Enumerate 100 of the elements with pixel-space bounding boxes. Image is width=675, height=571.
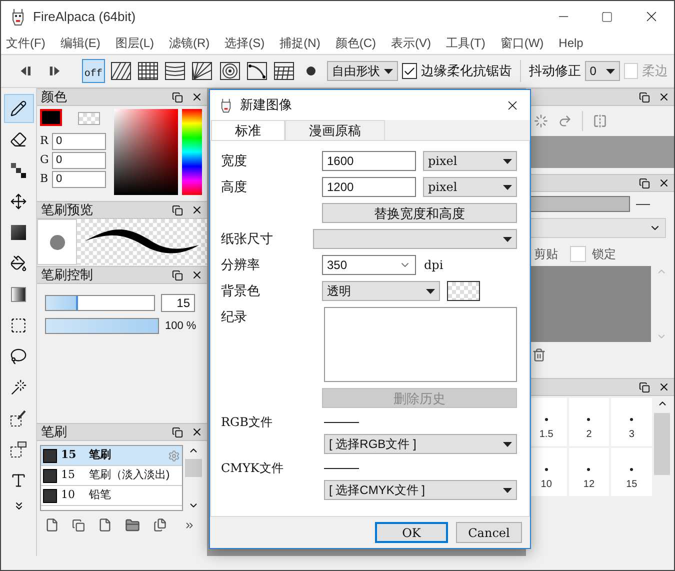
brush-item[interactable]: 15 笔刷（淡入淡出) <box>41 466 182 486</box>
stabilizer-select[interactable]: 0 <box>584 61 620 81</box>
redo-icon[interactable] <box>558 114 572 128</box>
spinner-icon[interactable] <box>534 114 548 128</box>
trash-icon[interactable] <box>532 348 546 362</box>
restore-icon[interactable] <box>639 382 650 392</box>
menu-item[interactable]: 窗口(W) <box>500 34 544 52</box>
menu-item[interactable]: 表示(V) <box>391 34 432 52</box>
pattern-button[interactable] <box>163 59 187 83</box>
restore-icon[interactable] <box>639 92 650 102</box>
scrollbar-thumb[interactable] <box>654 413 670 475</box>
menu-item[interactable]: 选择(S) <box>224 34 265 52</box>
close-icon[interactable] <box>191 269 203 281</box>
caret-icon <box>503 236 512 242</box>
folder-icon[interactable] <box>125 518 140 532</box>
dialog-tab[interactable]: 标准 <box>211 120 285 140</box>
background-select[interactable]: 透明 <box>322 281 440 301</box>
resolution-unit: dpi <box>424 257 444 274</box>
ok-button[interactable]: OK <box>375 522 448 543</box>
channel-field[interactable]: 0 <box>52 171 106 188</box>
dot-icon <box>306 66 316 76</box>
checkbox[interactable] <box>402 63 417 79</box>
background-color-swatch[interactable] <box>78 112 100 125</box>
brush-size-cell[interactable]: 3 <box>611 398 652 446</box>
pattern-button[interactable] <box>136 59 160 83</box>
close-icon[interactable] <box>191 91 203 103</box>
restore-icon[interactable] <box>172 204 183 216</box>
paint-bucket-icon <box>10 255 27 272</box>
select-eraser-icon <box>10 441 27 458</box>
cancel-button[interactable]: Cancel <box>456 522 522 543</box>
close-icon[interactable] <box>658 177 670 189</box>
brush-size-cell[interactable]: 2 <box>568 398 610 446</box>
copy-files-icon[interactable] <box>153 518 167 532</box>
text-field[interactable]: 1600 <box>322 151 416 171</box>
filled-square-icon <box>11 225 26 240</box>
background-color-swatch[interactable] <box>447 281 480 301</box>
brush-size-label: 2 <box>586 428 592 442</box>
scrollbar-thumb[interactable] <box>184 459 202 477</box>
dialog-title: 新建图像 <box>240 96 292 114</box>
unit-select[interactable]: pixel <box>423 151 517 171</box>
brush-size-cell[interactable]: 15 <box>611 448 652 496</box>
menu-item[interactable]: Help <box>558 34 584 52</box>
stabilizer-label: 抖动修正 <box>528 62 581 80</box>
eraser-icon <box>10 131 27 148</box>
text-field[interactable]: 1200 <box>322 177 416 197</box>
brush-item[interactable]: 15 笔刷 <box>41 446 182 466</box>
menu-item[interactable]: 图层(L) <box>115 34 154 52</box>
panel-title: 笔刷 <box>41 423 67 442</box>
channel-field[interactable]: 0 <box>52 133 106 150</box>
menu-item[interactable]: 滤镜(R) <box>169 34 210 52</box>
restore-icon[interactable] <box>172 270 183 280</box>
brush-size-label: 10 <box>540 478 552 492</box>
duplicate-icon[interactable] <box>72 518 85 532</box>
rgb-profile-select[interactable]: [ 选择RGB文件 ] <box>324 434 517 454</box>
close-icon[interactable] <box>191 426 203 438</box>
step-forward-icon[interactable] <box>49 65 62 77</box>
cmyk-profile-select[interactable]: [ 选择CMYK文件 ] <box>324 480 517 500</box>
shape-select[interactable]: 自由形状 <box>326 61 398 81</box>
select-pen-icon <box>10 410 27 427</box>
close-icon[interactable] <box>658 381 670 393</box>
close-icon[interactable] <box>658 91 670 103</box>
menu-item[interactable]: 颜色(C) <box>335 34 376 52</box>
lasso-icon <box>10 348 27 365</box>
saturation-square[interactable] <box>114 109 178 195</box>
foreground-color-swatch[interactable] <box>40 109 62 126</box>
resolution-combobox[interactable]: 350 <box>322 255 416 275</box>
restore-icon[interactable] <box>639 178 650 188</box>
pattern-button[interactable] <box>272 59 296 83</box>
pattern-button[interactable]: off <box>82 59 106 83</box>
perspective-grid-icon <box>274 62 294 80</box>
flip-icon[interactable] <box>593 114 607 128</box>
pattern-button[interactable] <box>190 59 214 83</box>
menu-item[interactable]: 捕捉(N) <box>280 34 320 52</box>
opacity-value: 100 % <box>165 319 196 334</box>
more-icon[interactable] <box>184 520 195 530</box>
unit-select[interactable]: pixel <box>423 177 517 197</box>
new-file-icon[interactable] <box>45 518 59 532</box>
tool-button[interactable] <box>4 94 34 123</box>
hue-bar[interactable] <box>182 109 202 195</box>
menu-item[interactable]: 文件(F) <box>6 34 46 52</box>
restore-icon[interactable] <box>172 426 183 438</box>
notes-field[interactable] <box>324 307 517 382</box>
pattern-button[interactable] <box>218 59 242 83</box>
size-slider[interactable] <box>45 295 155 311</box>
channel-field[interactable]: 0 <box>52 152 106 169</box>
maximize-icon[interactable] <box>601 10 613 22</box>
pattern-button[interactable] <box>109 59 132 83</box>
brush-size-cell[interactable]: 12 <box>568 448 610 496</box>
brush-item[interactable]: 10 铅笔 <box>41 486 182 506</box>
size-field[interactable]: 15 <box>161 294 195 312</box>
step-back-icon[interactable] <box>19 65 32 77</box>
pattern-button[interactable] <box>245 59 268 83</box>
menu-item[interactable]: 工具(T) <box>446 34 486 52</box>
field-label: 纸张尺寸 <box>221 230 274 248</box>
pattern-off-label: off <box>84 68 102 82</box>
close-icon[interactable] <box>191 204 203 216</box>
dialog-tab[interactable]: 漫画原稿 <box>285 120 385 140</box>
restore-icon[interactable] <box>172 92 183 102</box>
menu-item[interactable]: 编辑(E) <box>60 34 100 52</box>
swap-dimensions-button[interactable]: 替换宽度和高度 <box>322 203 517 223</box>
